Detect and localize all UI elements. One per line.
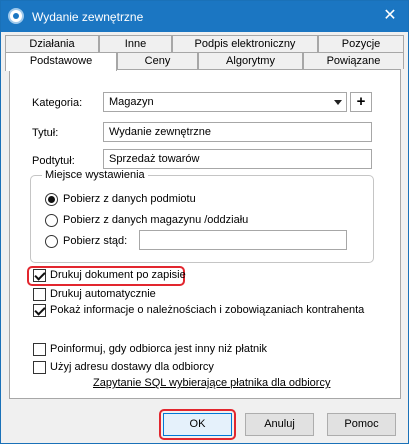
sql-query-link[interactable]: Zapytanie SQL wybierające płatnika dla o… bbox=[93, 377, 330, 389]
checkbox-adres-dostawy-label[interactable]: Użyj adresu dostawy dla odbiorcy bbox=[50, 361, 214, 373]
dialog-window: Wydanie zewnętrzne ✕ Działania Inne Podp… bbox=[0, 0, 409, 444]
kategoria-label: Kategoria: bbox=[32, 97, 83, 109]
checkbox-poinformuj-odbiorca-label[interactable]: Poinformuj, gdy odbiorca jest inny niż p… bbox=[50, 343, 267, 355]
tab-ceny[interactable]: Ceny bbox=[117, 52, 198, 69]
podtytul-input[interactable]: Sprzedaż towarów bbox=[103, 149, 372, 169]
title-bar[interactable]: Wydanie zewnętrzne ✕ bbox=[1, 1, 408, 32]
tytul-input[interactable]: Wydanie zewnętrzne bbox=[103, 122, 372, 142]
radio-pobierz-stad-label[interactable]: Pobierz stąd: bbox=[63, 235, 127, 247]
checkbox-drukuj-automatycznie-label[interactable]: Drukuj automatycznie bbox=[50, 288, 156, 300]
tab-dzialania[interactable]: Działania bbox=[5, 35, 99, 52]
app-icon bbox=[8, 8, 24, 24]
radio-dane-podmiotu-label[interactable]: Pobierz z danych podmiotu bbox=[63, 193, 196, 205]
pobierz-stad-input[interactable] bbox=[139, 230, 347, 250]
checkbox-drukuj-po-zapisie[interactable] bbox=[33, 269, 46, 282]
tab-pozycje[interactable]: Pozycje bbox=[318, 35, 404, 52]
radio-dane-magazynu-label[interactable]: Pobierz z danych magazynu /oddziału bbox=[63, 214, 248, 226]
radio-dane-magazynu[interactable] bbox=[45, 214, 58, 227]
close-button[interactable]: ✕ bbox=[380, 6, 400, 26]
checkbox-drukuj-po-zapisie-label[interactable]: Drukuj dokument po zapisie bbox=[50, 269, 186, 281]
checkbox-pokaz-naleznosci-label[interactable]: Pokaż informacje o należnościach i zobow… bbox=[50, 304, 364, 316]
checkbox-drukuj-automatycznie[interactable] bbox=[33, 288, 46, 301]
chevron-down-icon bbox=[334, 100, 342, 105]
ok-button[interactable]: OK bbox=[163, 413, 232, 436]
radio-pobierz-stad[interactable] bbox=[45, 235, 58, 248]
kategoria-value: Magazyn bbox=[109, 96, 154, 108]
window-title: Wydanie zewnętrzne bbox=[32, 10, 144, 24]
help-button[interactable]: Pomoc bbox=[327, 413, 396, 436]
radio-dane-podmiotu[interactable] bbox=[45, 193, 58, 206]
tab-algorytmy[interactable]: Algorytmy bbox=[198, 52, 303, 69]
kategoria-select[interactable]: Magazyn bbox=[103, 92, 347, 112]
checkbox-pokaz-naleznosci[interactable] bbox=[33, 304, 46, 317]
tytul-label: Tytuł: bbox=[32, 127, 59, 139]
tab-podpis-elektroniczny[interactable]: Podpis elektroniczny bbox=[172, 35, 318, 52]
cancel-button[interactable]: Anuluj bbox=[245, 413, 314, 436]
podtytul-label: Podtytuł: bbox=[32, 155, 75, 167]
tab-inne[interactable]: Inne bbox=[99, 35, 172, 52]
tab-powiazane[interactable]: Powiązane bbox=[303, 52, 404, 69]
miejsce-wystawienia-title: Miejsce wystawienia bbox=[42, 169, 148, 181]
checkbox-poinformuj-odbiorca[interactable] bbox=[33, 343, 46, 356]
tab-podstawowe[interactable]: Podstawowe bbox=[5, 52, 117, 71]
add-category-button[interactable]: + bbox=[350, 92, 372, 112]
checkbox-adres-dostawy[interactable] bbox=[33, 361, 46, 374]
